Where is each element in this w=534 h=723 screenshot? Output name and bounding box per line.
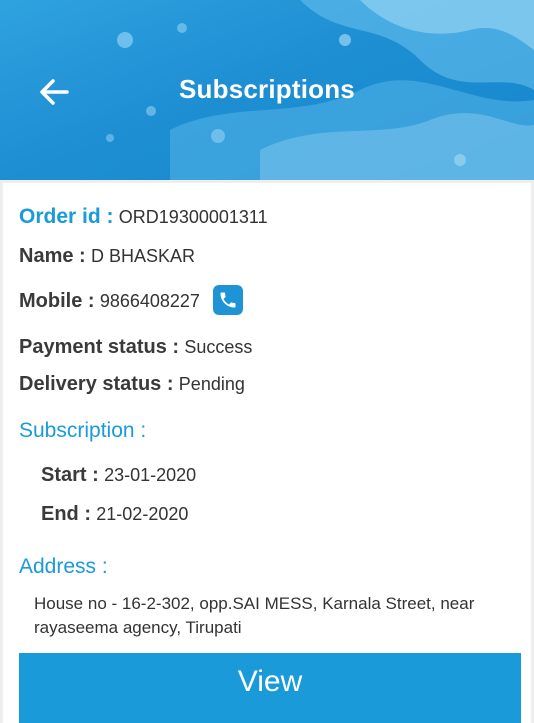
end-label: End :	[41, 503, 91, 525]
order-id-row: Order id : ORD19300001311	[19, 205, 268, 229]
header-banner: Subscriptions	[0, 0, 534, 180]
mobile-value: 9866408227	[99, 291, 200, 312]
delivery-status-row: Delivery status : Pending	[19, 373, 245, 396]
view-button[interactable]: View	[19, 653, 521, 723]
delivery-status-label: Delivery status :	[19, 373, 174, 395]
name-row: Name : D BHASKAR	[19, 245, 195, 268]
payment-status-value: Success	[184, 337, 253, 357]
phone-icon	[220, 292, 236, 308]
order-id-label: Order id :	[19, 205, 114, 228]
start-date-row: Start : 23-01-2020	[41, 464, 196, 487]
payment-status-row: Payment status : Success	[19, 336, 252, 359]
delivery-status-value: Pending	[178, 374, 245, 394]
name-value: D BHASKAR	[90, 246, 196, 266]
address-label: Address :	[19, 555, 108, 578]
mobile-row: Mobile : 9866408227	[19, 285, 244, 317]
end-date-row: End : 21-02-2020	[41, 503, 188, 526]
subscription-label: Subscription :	[19, 419, 147, 442]
order-id-value: ORD19300001311	[118, 207, 268, 227]
payment-status-label: Payment status :	[19, 336, 180, 358]
name-label: Name :	[19, 245, 86, 267]
subscription-card: Order id : ORD19300001311 Name : D BHASK…	[3, 183, 531, 723]
address-value: House no - 16-2-302, opp.SAI MESS, Karna…	[34, 594, 475, 637]
start-value: 23-01-2020	[104, 465, 197, 485]
page-title: Subscriptions	[179, 74, 355, 104]
end-value: 21-02-2020	[96, 504, 189, 524]
call-button[interactable]	[213, 285, 244, 315]
mobile-label: Mobile :	[19, 290, 95, 313]
start-label: Start :	[41, 464, 99, 486]
